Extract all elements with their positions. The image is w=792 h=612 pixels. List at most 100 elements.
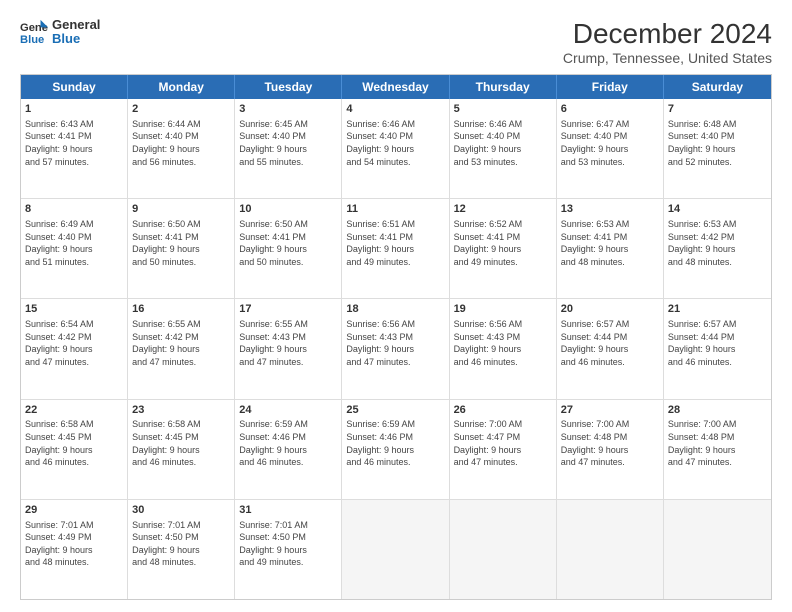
header-day-thursday: Thursday bbox=[450, 75, 557, 99]
cell-line: Sunset: 4:50 PM bbox=[239, 531, 337, 544]
cell-line: Sunrise: 6:46 AM bbox=[454, 118, 552, 131]
calendar-cell: 24Sunrise: 6:59 AMSunset: 4:46 PMDayligh… bbox=[235, 400, 342, 499]
cell-line: and 48 minutes. bbox=[668, 256, 767, 269]
cell-line: Sunrise: 6:45 AM bbox=[239, 118, 337, 131]
cell-line: and 53 minutes. bbox=[561, 156, 659, 169]
cell-line: Sunrise: 6:44 AM bbox=[132, 118, 230, 131]
cell-line: and 46 minutes. bbox=[454, 356, 552, 369]
calendar-row-5: 29Sunrise: 7:01 AMSunset: 4:49 PMDayligh… bbox=[21, 500, 771, 599]
cell-line: and 48 minutes. bbox=[561, 256, 659, 269]
day-number: 16 bbox=[132, 302, 230, 317]
day-number: 26 bbox=[454, 403, 552, 418]
cell-line: Sunrise: 6:54 AM bbox=[25, 318, 123, 331]
day-number: 19 bbox=[454, 302, 552, 317]
logo-line2: Blue bbox=[52, 32, 100, 46]
cell-line: Daylight: 9 hours bbox=[132, 343, 230, 356]
page: General Blue General Blue December 2024 … bbox=[0, 0, 792, 612]
cell-line: Sunset: 4:47 PM bbox=[454, 431, 552, 444]
cell-line: and 54 minutes. bbox=[346, 156, 444, 169]
cell-line: Sunrise: 6:49 AM bbox=[25, 218, 123, 231]
cell-line: Daylight: 9 hours bbox=[132, 444, 230, 457]
cell-line: and 56 minutes. bbox=[132, 156, 230, 169]
cell-line: Sunrise: 6:55 AM bbox=[132, 318, 230, 331]
day-number: 4 bbox=[346, 102, 444, 117]
calendar-cell: 29Sunrise: 7:01 AMSunset: 4:49 PMDayligh… bbox=[21, 500, 128, 599]
calendar-cell bbox=[664, 500, 771, 599]
cell-line: Sunrise: 6:58 AM bbox=[132, 418, 230, 431]
cell-line: Sunset: 4:43 PM bbox=[239, 331, 337, 344]
cell-line: Sunset: 4:42 PM bbox=[25, 331, 123, 344]
day-number: 28 bbox=[668, 403, 767, 418]
cell-line: Sunrise: 7:00 AM bbox=[454, 418, 552, 431]
cell-line: Daylight: 9 hours bbox=[25, 444, 123, 457]
header-day-monday: Monday bbox=[128, 75, 235, 99]
cell-line: Daylight: 9 hours bbox=[668, 343, 767, 356]
day-number: 1 bbox=[25, 102, 123, 117]
logo: General Blue General Blue bbox=[20, 18, 100, 47]
cell-line: Sunset: 4:40 PM bbox=[454, 130, 552, 143]
cell-line: Sunrise: 6:56 AM bbox=[454, 318, 552, 331]
day-number: 24 bbox=[239, 403, 337, 418]
cell-line: Sunset: 4:50 PM bbox=[132, 531, 230, 544]
cell-line: Sunrise: 6:53 AM bbox=[561, 218, 659, 231]
cell-line: and 47 minutes. bbox=[239, 356, 337, 369]
day-number: 17 bbox=[239, 302, 337, 317]
cell-line: Sunset: 4:44 PM bbox=[561, 331, 659, 344]
calendar-cell: 14Sunrise: 6:53 AMSunset: 4:42 PMDayligh… bbox=[664, 199, 771, 298]
cell-line: Sunset: 4:40 PM bbox=[239, 130, 337, 143]
cell-line: Sunset: 4:41 PM bbox=[454, 231, 552, 244]
cell-line: Sunrise: 6:50 AM bbox=[132, 218, 230, 231]
day-number: 11 bbox=[346, 202, 444, 217]
calendar-cell: 21Sunrise: 6:57 AMSunset: 4:44 PMDayligh… bbox=[664, 299, 771, 398]
calendar-cell: 25Sunrise: 6:59 AMSunset: 4:46 PMDayligh… bbox=[342, 400, 449, 499]
cell-line: and 57 minutes. bbox=[25, 156, 123, 169]
logo-line1: General bbox=[52, 18, 100, 32]
day-number: 18 bbox=[346, 302, 444, 317]
cell-line: Sunrise: 6:48 AM bbox=[668, 118, 767, 131]
cell-line: Sunset: 4:41 PM bbox=[561, 231, 659, 244]
calendar-cell: 31Sunrise: 7:01 AMSunset: 4:50 PMDayligh… bbox=[235, 500, 342, 599]
cell-line: Daylight: 9 hours bbox=[239, 343, 337, 356]
day-number: 2 bbox=[132, 102, 230, 117]
cell-line: Sunrise: 6:46 AM bbox=[346, 118, 444, 131]
cell-line: and 46 minutes. bbox=[25, 456, 123, 469]
cell-line: Sunrise: 6:58 AM bbox=[25, 418, 123, 431]
svg-text:Blue: Blue bbox=[20, 34, 44, 46]
calendar-row-4: 22Sunrise: 6:58 AMSunset: 4:45 PMDayligh… bbox=[21, 400, 771, 500]
cell-line: Sunrise: 6:56 AM bbox=[346, 318, 444, 331]
cell-line: and 47 minutes. bbox=[346, 356, 444, 369]
calendar-header: SundayMondayTuesdayWednesdayThursdayFrid… bbox=[21, 75, 771, 99]
cell-line: Sunset: 4:45 PM bbox=[25, 431, 123, 444]
cell-line: Daylight: 9 hours bbox=[561, 143, 659, 156]
calendar-cell: 15Sunrise: 6:54 AMSunset: 4:42 PMDayligh… bbox=[21, 299, 128, 398]
day-number: 5 bbox=[454, 102, 552, 117]
cell-line: Daylight: 9 hours bbox=[239, 544, 337, 557]
calendar: SundayMondayTuesdayWednesdayThursdayFrid… bbox=[20, 74, 772, 600]
calendar-cell: 28Sunrise: 7:00 AMSunset: 4:48 PMDayligh… bbox=[664, 400, 771, 499]
cell-line: Sunrise: 6:59 AM bbox=[239, 418, 337, 431]
cell-line: and 47 minutes. bbox=[132, 356, 230, 369]
cell-line: Sunrise: 6:47 AM bbox=[561, 118, 659, 131]
cell-line: Daylight: 9 hours bbox=[25, 243, 123, 256]
cell-line: Daylight: 9 hours bbox=[346, 444, 444, 457]
header-day-tuesday: Tuesday bbox=[235, 75, 342, 99]
cell-line: and 46 minutes. bbox=[668, 356, 767, 369]
cell-line: and 46 minutes. bbox=[346, 456, 444, 469]
cell-line: Sunset: 4:49 PM bbox=[25, 531, 123, 544]
header-day-wednesday: Wednesday bbox=[342, 75, 449, 99]
cell-line: and 46 minutes. bbox=[239, 456, 337, 469]
calendar-cell: 23Sunrise: 6:58 AMSunset: 4:45 PMDayligh… bbox=[128, 400, 235, 499]
cell-line: Daylight: 9 hours bbox=[561, 444, 659, 457]
cell-line: Sunset: 4:45 PM bbox=[132, 431, 230, 444]
day-number: 13 bbox=[561, 202, 659, 217]
day-number: 27 bbox=[561, 403, 659, 418]
day-number: 21 bbox=[668, 302, 767, 317]
calendar-cell: 10Sunrise: 6:50 AMSunset: 4:41 PMDayligh… bbox=[235, 199, 342, 298]
day-number: 14 bbox=[668, 202, 767, 217]
cell-line: Sunrise: 6:59 AM bbox=[346, 418, 444, 431]
cell-line: Daylight: 9 hours bbox=[239, 143, 337, 156]
day-number: 8 bbox=[25, 202, 123, 217]
day-number: 31 bbox=[239, 503, 337, 518]
day-number: 23 bbox=[132, 403, 230, 418]
day-number: 20 bbox=[561, 302, 659, 317]
